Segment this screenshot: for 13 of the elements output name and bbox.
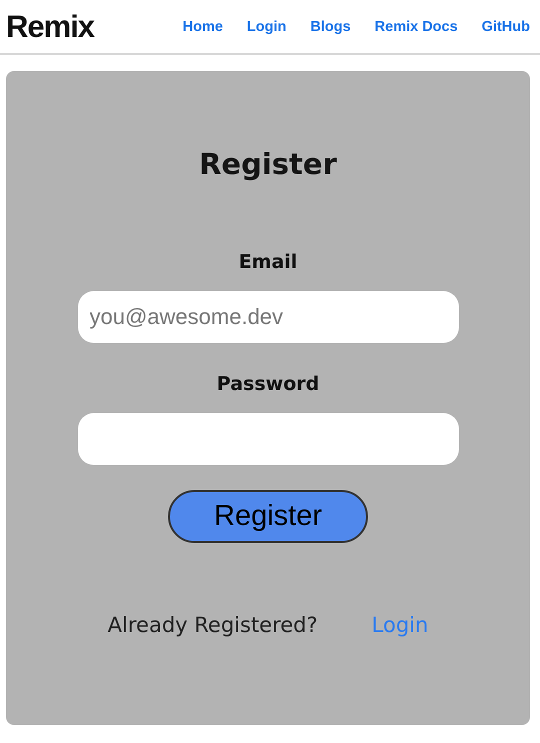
form-title: Register: [199, 147, 337, 181]
nav-link[interactable]: Blogs: [310, 18, 351, 34]
input-field[interactable]: [78, 413, 458, 465]
nav-link[interactable]: Home: [182, 18, 223, 34]
already-registered-text: Already Registered?: [108, 613, 318, 637]
nav-link[interactable]: Remix Docs: [374, 18, 458, 34]
nav-link[interactable]: Login: [246, 18, 286, 34]
logo[interactable]: Remix: [6, 8, 94, 44]
register-button[interactable]: Register: [168, 490, 368, 543]
nav-link[interactable]: GitHub: [482, 18, 530, 34]
field-label: Password: [216, 373, 320, 395]
input-field[interactable]: you@awesome.dev: [78, 291, 458, 343]
field-label: Email: [238, 251, 298, 273]
